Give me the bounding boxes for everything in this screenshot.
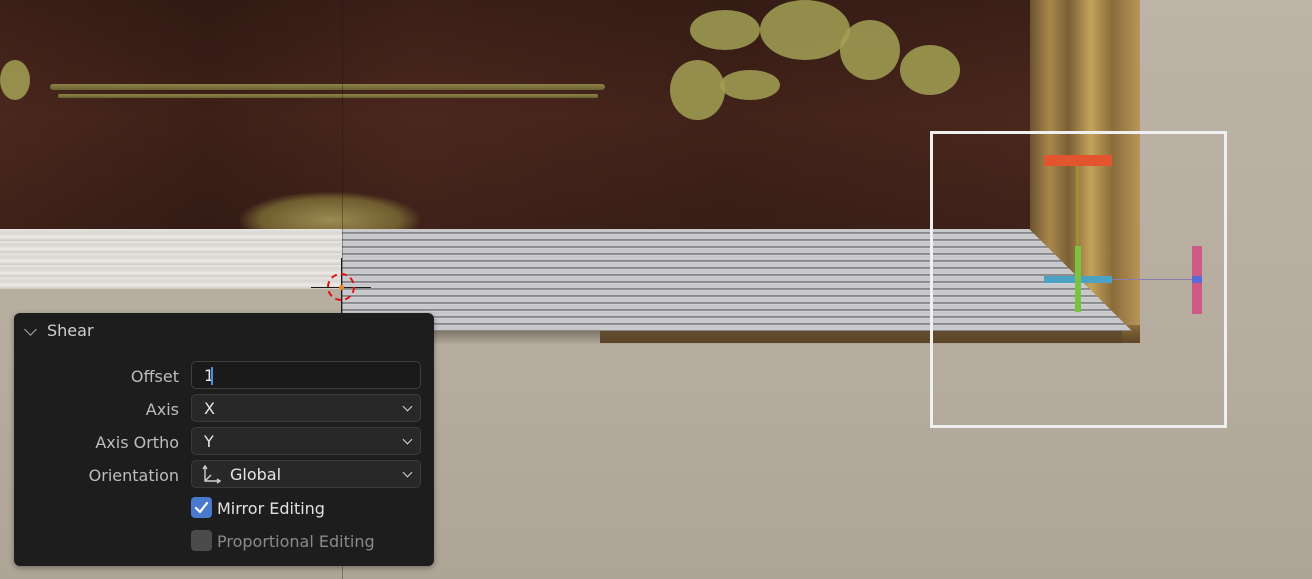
shelf-mesh-unselected (0, 229, 342, 289)
offset-field[interactable]: 1 (191, 361, 421, 389)
chevron-down-icon (402, 434, 413, 445)
text-caret (211, 367, 213, 385)
axis-dropdown[interactable]: X (191, 394, 421, 422)
orientation-value: Global (230, 465, 282, 484)
gizmo-x-handle[interactable] (1044, 155, 1112, 166)
painting-gold-line (50, 84, 605, 90)
painting-flower (670, 60, 725, 120)
axis-ortho-dropdown[interactable]: Y (191, 427, 421, 455)
mirror-editing-checkbox[interactable] (191, 497, 212, 518)
painting-flower (0, 60, 30, 100)
chevron-down-icon[interactable] (24, 323, 37, 336)
panel-header[interactable]: Shear (14, 313, 434, 349)
gizmo-axis-line (1112, 279, 1198, 280)
orientation-label: Orientation (88, 466, 179, 485)
painting-flower (900, 45, 960, 95)
operator-panel-shear: Shear Offset 1 Axis X Axis Ortho Y Orien… (14, 313, 434, 566)
checkmark-icon (194, 501, 209, 514)
painting-flower (690, 10, 760, 50)
proportional-editing-checkbox[interactable] (191, 530, 212, 551)
proportional-editing-label[interactable]: Proportional Editing (217, 532, 375, 551)
chevron-down-icon (402, 467, 413, 478)
orientation-dropdown[interactable]: Global (191, 460, 421, 488)
axis-ortho-value: Y (204, 432, 214, 451)
offset-label: Offset (130, 367, 179, 386)
mirror-editing-label[interactable]: Mirror Editing (217, 499, 325, 518)
panel-title: Shear (47, 321, 94, 340)
axis-ortho-label: Axis Ortho (95, 433, 179, 452)
orientation-axes-icon (202, 464, 222, 484)
painting-flower (760, 0, 850, 60)
chevron-down-icon (402, 401, 413, 412)
painting-gold-line (58, 94, 598, 98)
gizmo-y-handle[interactable] (1075, 246, 1081, 312)
painting-flower (720, 70, 780, 100)
frame-ornament (240, 192, 420, 232)
axis-value: X (204, 399, 215, 418)
object-origin-dot (339, 285, 344, 290)
gizmo-scale-dot (1192, 276, 1202, 283)
axis-label: Axis (145, 400, 179, 419)
painting-flower (840, 20, 900, 80)
